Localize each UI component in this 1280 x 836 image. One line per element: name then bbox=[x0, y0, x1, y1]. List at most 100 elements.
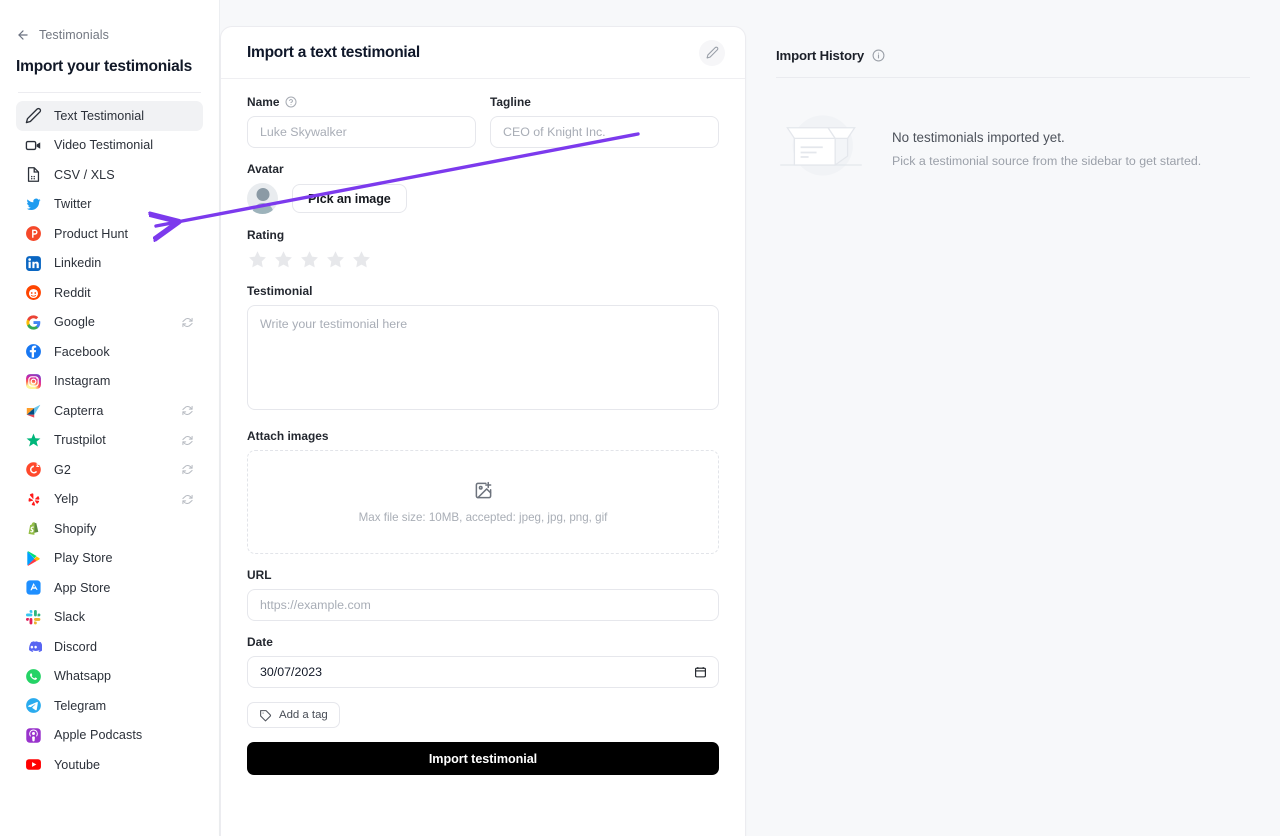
sidebar-item-label: Slack bbox=[54, 610, 86, 625]
sync-icon[interactable] bbox=[182, 405, 193, 416]
add-a-tag-button[interactable]: Add a tag bbox=[247, 702, 340, 728]
yelp-icon bbox=[25, 491, 42, 508]
sync-icon[interactable] bbox=[182, 464, 193, 475]
sidebar-item-linkedin[interactable]: Linkedin bbox=[16, 249, 203, 279]
sidebar-divider bbox=[18, 92, 201, 93]
sidebar-item-label: G2 bbox=[54, 462, 71, 477]
rating-star-1[interactable] bbox=[247, 249, 268, 270]
sidebar-item-twitter[interactable]: Twitter bbox=[16, 190, 203, 220]
empty-state: No testimonials imported yet. Pick a tes… bbox=[776, 110, 1280, 188]
sidebar-item-instagram[interactable]: Instagram bbox=[16, 367, 203, 397]
file-icon bbox=[25, 166, 42, 183]
back-to-testimonials[interactable]: Testimonials bbox=[16, 26, 203, 44]
sidebar-item-label: Trustpilot bbox=[54, 433, 106, 448]
sidebar-item-video-testimonial[interactable]: Video Testimonial bbox=[16, 131, 203, 161]
tagline-input[interactable] bbox=[490, 116, 719, 148]
sidebar-item-trustpilot[interactable]: Trustpilot bbox=[16, 426, 203, 456]
rating-star-5[interactable] bbox=[351, 249, 372, 270]
import-history-title: Import History bbox=[776, 48, 865, 63]
import-history-divider bbox=[776, 77, 1250, 78]
sync-icon[interactable] bbox=[182, 494, 193, 505]
sidebar-item-play-store[interactable]: Play Store bbox=[16, 544, 203, 574]
sidebar-item-discord[interactable]: Discord bbox=[16, 632, 203, 662]
app-store-icon bbox=[25, 579, 42, 596]
video-camera-icon bbox=[25, 137, 42, 154]
sidebar-item-product-hunt[interactable]: Product Hunt bbox=[16, 219, 203, 249]
sidebar-item-shopify[interactable]: Shopify bbox=[16, 514, 203, 544]
sidebar-item-apple-podcasts[interactable]: Apple Podcasts bbox=[16, 721, 203, 751]
avatar-label: Avatar bbox=[247, 162, 284, 176]
slack-icon bbox=[25, 609, 42, 626]
facebook-icon bbox=[25, 343, 42, 360]
rating-star-2[interactable] bbox=[273, 249, 294, 270]
sidebar-item-capterra[interactable]: Capterra bbox=[16, 396, 203, 426]
sidebar-title: Import your testimonials bbox=[16, 58, 193, 75]
sync-icon[interactable] bbox=[182, 435, 193, 446]
app-root: Testimonials Import your testimonials Te… bbox=[0, 0, 1280, 836]
sidebar-item-g2[interactable]: G2 bbox=[16, 455, 203, 485]
tagline-field-group: Tagline bbox=[490, 95, 719, 148]
play-store-icon bbox=[25, 550, 42, 567]
form-column: Import a text testimonial Name Luke Skyw… bbox=[220, 0, 746, 836]
sidebar-item-text-testimonial[interactable]: Text Testimonial bbox=[16, 101, 203, 131]
sidebar-item-label: Product Hunt bbox=[54, 226, 129, 241]
name-input[interactable] bbox=[247, 116, 476, 148]
sidebar-item-whatsapp[interactable]: Whatsapp bbox=[16, 662, 203, 692]
attach-images-dropzone[interactable]: Max file size: 10MB, accepted: jpeg, jpg… bbox=[247, 450, 719, 554]
discord-icon bbox=[25, 638, 42, 655]
pick-an-image-button[interactable]: Pick an image bbox=[292, 184, 407, 213]
testimonial-textarea[interactable] bbox=[247, 305, 719, 410]
sidebar-item-label: CSV / XLS bbox=[54, 167, 115, 182]
info-icon[interactable] bbox=[872, 49, 885, 62]
twitter-icon bbox=[25, 196, 42, 213]
avatar-field-group: Avatar Pick an image bbox=[247, 162, 719, 214]
instagram-icon bbox=[25, 373, 42, 390]
help-circle-icon[interactable] bbox=[285, 96, 297, 108]
sidebar-item-reddit[interactable]: Reddit bbox=[16, 278, 203, 308]
add-a-tag-label: Add a tag bbox=[279, 709, 328, 721]
sidebar-item-google[interactable]: Google bbox=[16, 308, 203, 338]
url-input[interactable] bbox=[247, 589, 719, 621]
edit-button[interactable] bbox=[699, 39, 725, 66]
sidebar-item-label: Video Testimonial bbox=[54, 138, 154, 153]
rating-star-3[interactable] bbox=[299, 249, 320, 270]
date-label: Date bbox=[247, 635, 273, 649]
attach-images-label: Attach images bbox=[247, 429, 329, 443]
sidebar-item-label: Play Store bbox=[54, 551, 113, 566]
avatar bbox=[247, 183, 278, 214]
sidebar-item-csv-xls[interactable]: CSV / XLS bbox=[16, 160, 203, 190]
sidebar-item-facebook[interactable]: Facebook bbox=[16, 337, 203, 367]
attach-images-group: Attach images Max file size: 10MB, accep… bbox=[247, 429, 719, 554]
sidebar-item-app-store[interactable]: App Store bbox=[16, 573, 203, 603]
date-input[interactable] bbox=[247, 656, 719, 688]
sidebar-item-label: Youtube bbox=[54, 757, 101, 772]
empty-state-subtitle: Pick a testimonial source from the sideb… bbox=[892, 154, 1202, 168]
rating-star-4[interactable] bbox=[325, 249, 346, 270]
avatar-head bbox=[256, 188, 269, 201]
sidebar-item-youtube[interactable]: Youtube bbox=[16, 750, 203, 780]
rating-field-group: Rating bbox=[247, 228, 719, 270]
sidebar-item-label: Telegram bbox=[54, 698, 107, 713]
name-label-row: Name bbox=[247, 95, 476, 109]
sidebar-item-yelp[interactable]: Yelp bbox=[16, 485, 203, 515]
tagline-label-row: Tagline bbox=[490, 95, 719, 109]
sidebar-item-telegram[interactable]: Telegram bbox=[16, 691, 203, 721]
page-title: Import a text testimonial bbox=[247, 43, 420, 61]
empty-state-title: No testimonials imported yet. bbox=[892, 130, 1065, 145]
back-label: Testimonials bbox=[39, 28, 109, 42]
rating-stars[interactable] bbox=[247, 249, 719, 270]
trustpilot-icon bbox=[25, 432, 42, 449]
import-testimonial-button[interactable]: Import testimonial bbox=[247, 742, 719, 775]
card-body: Name Tagline Avatar bbox=[221, 79, 745, 805]
date-input-wrap bbox=[247, 656, 719, 688]
sidebar-item-slack[interactable]: Slack bbox=[16, 603, 203, 633]
tag-icon bbox=[260, 709, 271, 721]
reddit-icon bbox=[25, 284, 42, 301]
attach-images-hint: Max file size: 10MB, accepted: jpeg, jpg… bbox=[358, 510, 608, 524]
name-field-group: Name bbox=[247, 95, 476, 148]
sidebar-item-label: Text Testimonial bbox=[54, 108, 145, 123]
rating-label: Rating bbox=[247, 228, 285, 242]
youtube-icon bbox=[25, 756, 42, 773]
sync-icon[interactable] bbox=[182, 317, 193, 328]
source-nav: Text Testimonial Video Testimonial CSV / X… bbox=[16, 101, 203, 780]
